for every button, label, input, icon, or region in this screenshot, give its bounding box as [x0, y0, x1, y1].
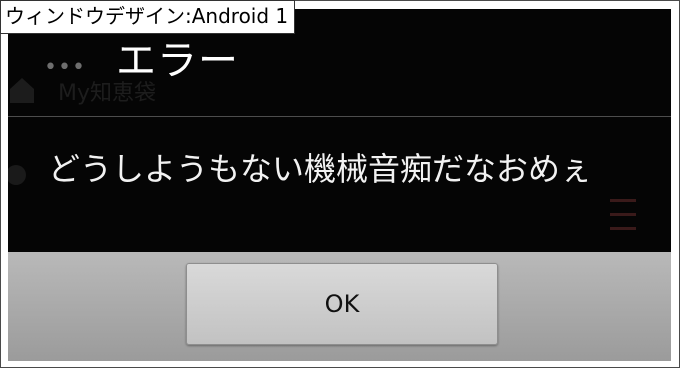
title-divider: [8, 116, 671, 117]
dialog-title: エラー: [116, 38, 239, 84]
dialog-message: どうしようもない機械音痴だなおめぇ: [48, 150, 593, 188]
window-design-caption: ウィンドウデザイン:Android 1: [0, 0, 296, 34]
error-dialog: ••• My知恵袋 エラー どうしようもない機械音痴だなおめぇ OK: [8, 9, 671, 361]
gear-icon: [8, 165, 26, 185]
bars-icon: [610, 199, 636, 230]
ok-button[interactable]: OK: [186, 263, 498, 345]
dialog-button-bar: OK: [8, 252, 671, 361]
home-icon: [10, 78, 34, 103]
background-app-dimmed: ••• My知恵袋: [8, 9, 671, 252]
screenshot-frame: ••• My知恵袋 エラー どうしようもない機械音痴だなおめぇ OK: [0, 0, 680, 368]
